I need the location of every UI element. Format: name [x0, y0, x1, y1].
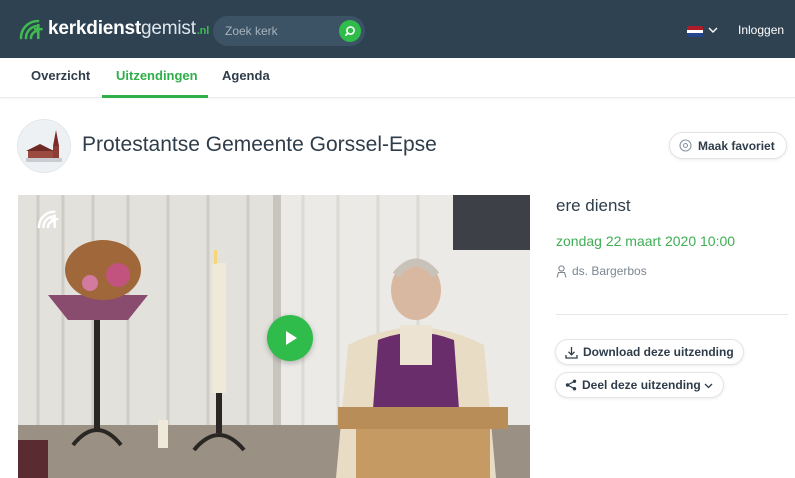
preacher-info: ds. Bargerbos — [556, 264, 647, 278]
play-button[interactable] — [267, 315, 313, 361]
preacher-name: ds. Bargerbos — [572, 264, 647, 278]
broadcast-title: ere dienst — [556, 196, 631, 215]
share-button[interactable]: Deel deze uitzending — [555, 372, 724, 398]
language-flag-icon[interactable] — [687, 26, 703, 37]
download-label: Download deze uitzending — [583, 345, 734, 359]
download-button[interactable]: Download deze uitzending — [555, 339, 744, 365]
video-player[interactable] — [18, 195, 530, 478]
church-building-icon — [18, 120, 70, 172]
church-name: Protestantse Gemeente Gorssel-Epse — [82, 133, 437, 156]
login-link[interactable]: Inloggen — [738, 23, 784, 37]
tab-agenda[interactable]: Agenda — [222, 68, 270, 83]
divider — [556, 314, 788, 315]
site-logo[interactable]: kerkdienstgemist.nl — [18, 18, 209, 40]
search-box — [213, 16, 365, 46]
logo-text-tld: .nl — [196, 25, 210, 37]
person-icon — [556, 264, 567, 278]
search-input[interactable] — [213, 24, 328, 38]
chevron-down-icon[interactable] — [707, 24, 719, 36]
play-icon — [286, 331, 297, 345]
search-button[interactable] — [339, 20, 361, 42]
favorite-label: Maak favoriet — [698, 138, 775, 153]
tab-overzicht[interactable]: Overzicht — [31, 68, 90, 83]
logo-text-light: gemist — [141, 18, 196, 39]
broadcast-logo-icon — [19, 19, 43, 40]
share-icon — [565, 379, 577, 391]
active-tab-indicator — [102, 95, 208, 98]
search-icon — [344, 26, 355, 36]
logo-text-bold: kerkdienst — [48, 18, 142, 39]
church-tabs: Overzicht Uitzendingen Agenda — [0, 58, 795, 98]
download-icon — [565, 346, 578, 359]
logo-text: kerkdienstgemist.nl — [48, 18, 209, 40]
broadcast-watermark-icon — [37, 210, 59, 229]
share-label: Deel deze uitzending — [582, 378, 701, 392]
top-navigation-bar: kerkdienstgemist.nl Inloggen — [0, 0, 795, 58]
target-icon — [679, 139, 692, 152]
broadcast-date: zondag 22 maart 2020 10:00 — [556, 233, 736, 249]
favorite-button[interactable]: Maak favoriet — [669, 132, 787, 159]
tab-uitzendingen[interactable]: Uitzendingen — [116, 68, 198, 83]
church-avatar — [17, 119, 71, 173]
chevron-down-icon — [704, 383, 713, 388]
